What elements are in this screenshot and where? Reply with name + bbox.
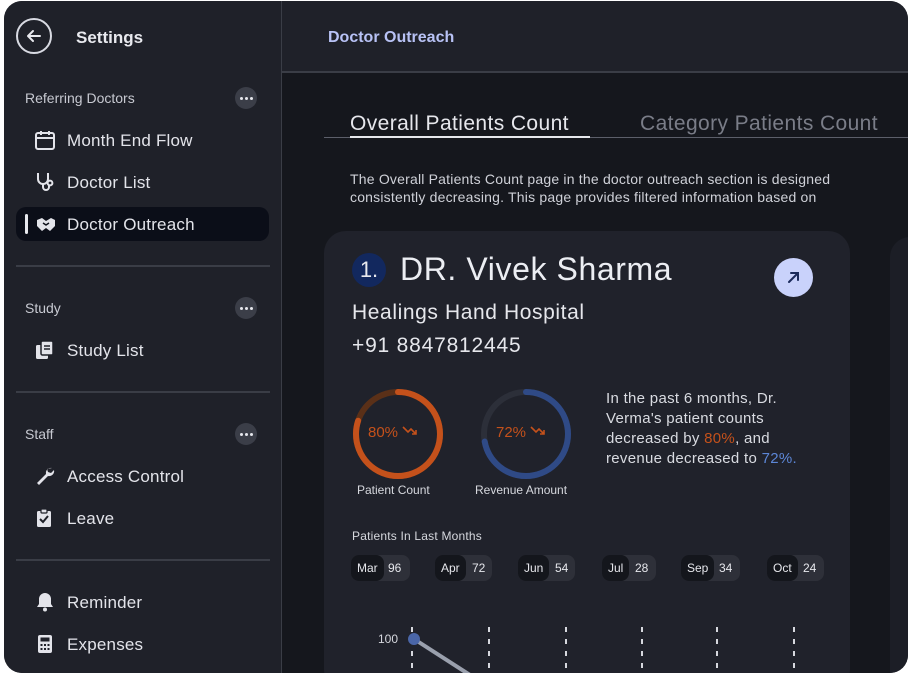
bell-icon: [37, 593, 53, 612]
month-name: Sep: [681, 555, 715, 581]
revenue-amount-label: Revenue Amount: [475, 483, 568, 497]
sidebar-item-expenses[interactable]: Expenses: [16, 627, 269, 661]
month-value: 96: [388, 561, 402, 575]
more-options-button[interactable]: [235, 423, 257, 445]
chart-gridlines: [411, 627, 795, 673]
phone-number: +91 8847812445: [352, 334, 522, 357]
month-pill: Oct 24: [767, 555, 824, 581]
page-description: The Overall Patients Count page in the d…: [350, 170, 830, 206]
patient-count-label: Patient Count: [357, 483, 430, 497]
chart-point-label: 100: [378, 632, 398, 646]
month-value: 28: [635, 561, 649, 575]
month-value: 34: [719, 561, 733, 575]
divider: [16, 265, 270, 267]
divider: [16, 559, 270, 561]
arrow-up-right-icon: [788, 272, 799, 283]
doctor-name: DR. Vivek Sharma: [400, 251, 673, 287]
patient-count-percent: 80%: [368, 424, 399, 441]
revenue-amount-percent: 72%: [496, 424, 527, 441]
section-label-staff: Staff: [25, 426, 54, 442]
stethoscope-icon: [37, 173, 54, 191]
doctor-card-next[interactable]: [890, 237, 908, 673]
month-pill: Mar 96: [351, 555, 410, 581]
month-value: 72: [472, 561, 486, 575]
page-title: Doctor Outreach: [328, 29, 455, 46]
sidebar-item-label: Leave: [67, 509, 115, 528]
trend-down-icon: [402, 426, 418, 435]
sidebar-item-study-list[interactable]: Study List: [16, 333, 269, 367]
sidebar-item-label: Doctor List: [67, 173, 151, 192]
sidebar-item-label: Access Control: [67, 467, 185, 486]
calculator-icon: [38, 635, 52, 653]
description-line: consistently decreasing. This page provi…: [350, 189, 817, 205]
revenue-amount-value: 72%: [496, 424, 546, 441]
patients-line-chart: 100: [378, 627, 795, 673]
hospital-name: Healings Hand Hospital: [352, 301, 585, 324]
calendar-icon: [35, 131, 55, 150]
handshake-icon: [37, 218, 55, 231]
tab-overall-patients-count[interactable]: Overall Patients Count: [350, 112, 569, 136]
month-pill: Sep 34: [681, 555, 740, 581]
active-tab-indicator: [350, 136, 590, 138]
month-pill: Jul 28: [602, 555, 656, 581]
section-label-study: Study: [25, 300, 61, 316]
month-pill: Apr 72: [435, 555, 492, 581]
tab-category-patients-count[interactable]: Category Patients Count: [640, 112, 878, 136]
month-name: Mar: [351, 555, 384, 581]
summary-text: In the past 6 months, Dr. Verma's patien…: [606, 389, 821, 469]
clipboard-check-icon: [37, 508, 51, 527]
month-value: 54: [555, 561, 569, 575]
sidebar: Settings Referring Doctors Month End Flo…: [4, 1, 282, 673]
sidebar-item-label: Study List: [67, 341, 144, 360]
sidebar-item-access-control[interactable]: Access Control: [16, 459, 269, 493]
patients-last-months-label: Patients In Last Months: [352, 529, 483, 543]
sidebar-item-label: Month End Flow: [67, 131, 193, 150]
description-line: The Overall Patients Count page in the d…: [350, 171, 831, 187]
sidebar-item-label: Doctor Outreach: [67, 215, 195, 234]
month-pill: Jun 54: [518, 555, 575, 581]
app-window: Settings Referring Doctors Month End Flo…: [4, 1, 908, 673]
chart-series-line: [412, 637, 471, 673]
month-value: 24: [803, 561, 817, 575]
month-name: Apr: [435, 555, 466, 581]
trend-down-icon: [530, 426, 546, 435]
divider: [16, 391, 270, 393]
summary-patient-percent: 80%: [704, 430, 736, 447]
section-label-referring-doctors: Referring Doctors: [25, 90, 135, 106]
sidebar-item-doctor-outreach[interactable]: Doctor Outreach: [16, 207, 269, 241]
arrow-left-icon: [27, 30, 41, 42]
sidebar-item-doctor-list[interactable]: Doctor List: [16, 165, 269, 199]
sidebar-item-label: Reminder: [67, 593, 143, 612]
more-options-button[interactable]: [235, 297, 257, 319]
wrench-icon: [37, 467, 55, 485]
top-bar: Doctor Outreach: [282, 1, 908, 73]
month-name: Oct: [767, 555, 798, 581]
sidebar-item-label: Expenses: [67, 635, 144, 654]
chart-point: [408, 633, 420, 645]
open-doctor-button[interactable]: [774, 258, 813, 297]
patient-count-value: 80%: [368, 424, 418, 441]
back-button[interactable]: [16, 18, 52, 54]
sidebar-title: Settings: [76, 28, 144, 47]
month-name: Jun: [518, 555, 550, 581]
summary-revenue-percent: 72%.: [761, 450, 797, 467]
month-name: Jul: [602, 555, 630, 581]
rank-badge: 1.: [352, 253, 386, 287]
sidebar-item-month-end-flow[interactable]: Month End Flow: [16, 123, 269, 157]
sidebar-item-reminder[interactable]: Reminder: [16, 585, 269, 619]
more-options-button[interactable]: [235, 87, 257, 109]
files-icon: [36, 340, 54, 359]
sidebar-item-leave[interactable]: Leave: [16, 501, 269, 535]
